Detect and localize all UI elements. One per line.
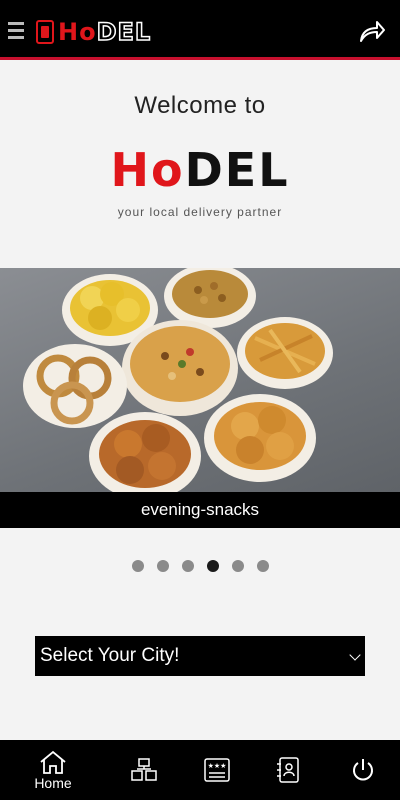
carousel-dot-6[interactable] — [256, 560, 269, 572]
nav-contacts[interactable] — [274, 740, 304, 800]
nav-home-label: Home — [34, 774, 72, 791]
store-network-icon — [131, 758, 157, 781]
share-icon[interactable] — [358, 18, 386, 44]
snacks-illustration — [23, 268, 333, 500]
top-bar: HoDEL — [0, 0, 400, 60]
city-select-dropdown[interactable]: Select Your City! — [35, 636, 365, 676]
contact-book-icon — [277, 757, 299, 783]
logo-badge-icon — [36, 20, 54, 44]
logo-text: HoDEL — [58, 17, 152, 47]
city-select-value: Select Your City! — [40, 645, 180, 666]
carousel-caption: evening-snacks — [0, 492, 400, 528]
power-icon — [353, 759, 373, 781]
carousel-dot-2[interactable] — [156, 560, 169, 572]
carousel-dot-5[interactable] — [231, 560, 244, 572]
home-icon — [40, 750, 66, 774]
carousel-dot-4-active[interactable] — [206, 560, 219, 572]
nav-reviews[interactable]: ★★★ — [200, 740, 234, 800]
nav-logout[interactable] — [348, 740, 378, 800]
carousel-dot-1[interactable] — [131, 560, 144, 572]
brand-wordmark: HoDEL — [110, 143, 290, 197]
carousel-dot-3[interactable] — [181, 560, 194, 572]
carousel-pagination — [0, 560, 400, 572]
hamburger-menu-icon[interactable] — [8, 22, 24, 42]
tagline: your local delivery partner — [117, 205, 283, 219]
carousel-image[interactable] — [0, 268, 400, 528]
nav-stores[interactable] — [126, 740, 162, 800]
svg-text:★★★: ★★★ — [208, 762, 227, 770]
welcome-heading: Welcome to — [134, 92, 266, 119]
chevron-down-icon — [349, 649, 361, 661]
nav-home[interactable]: Home — [30, 740, 76, 800]
bottom-navigation: Home ★★★ — [0, 740, 400, 800]
app-logo: HoDEL — [36, 17, 152, 47]
rating-card-icon: ★★★ — [204, 758, 230, 782]
